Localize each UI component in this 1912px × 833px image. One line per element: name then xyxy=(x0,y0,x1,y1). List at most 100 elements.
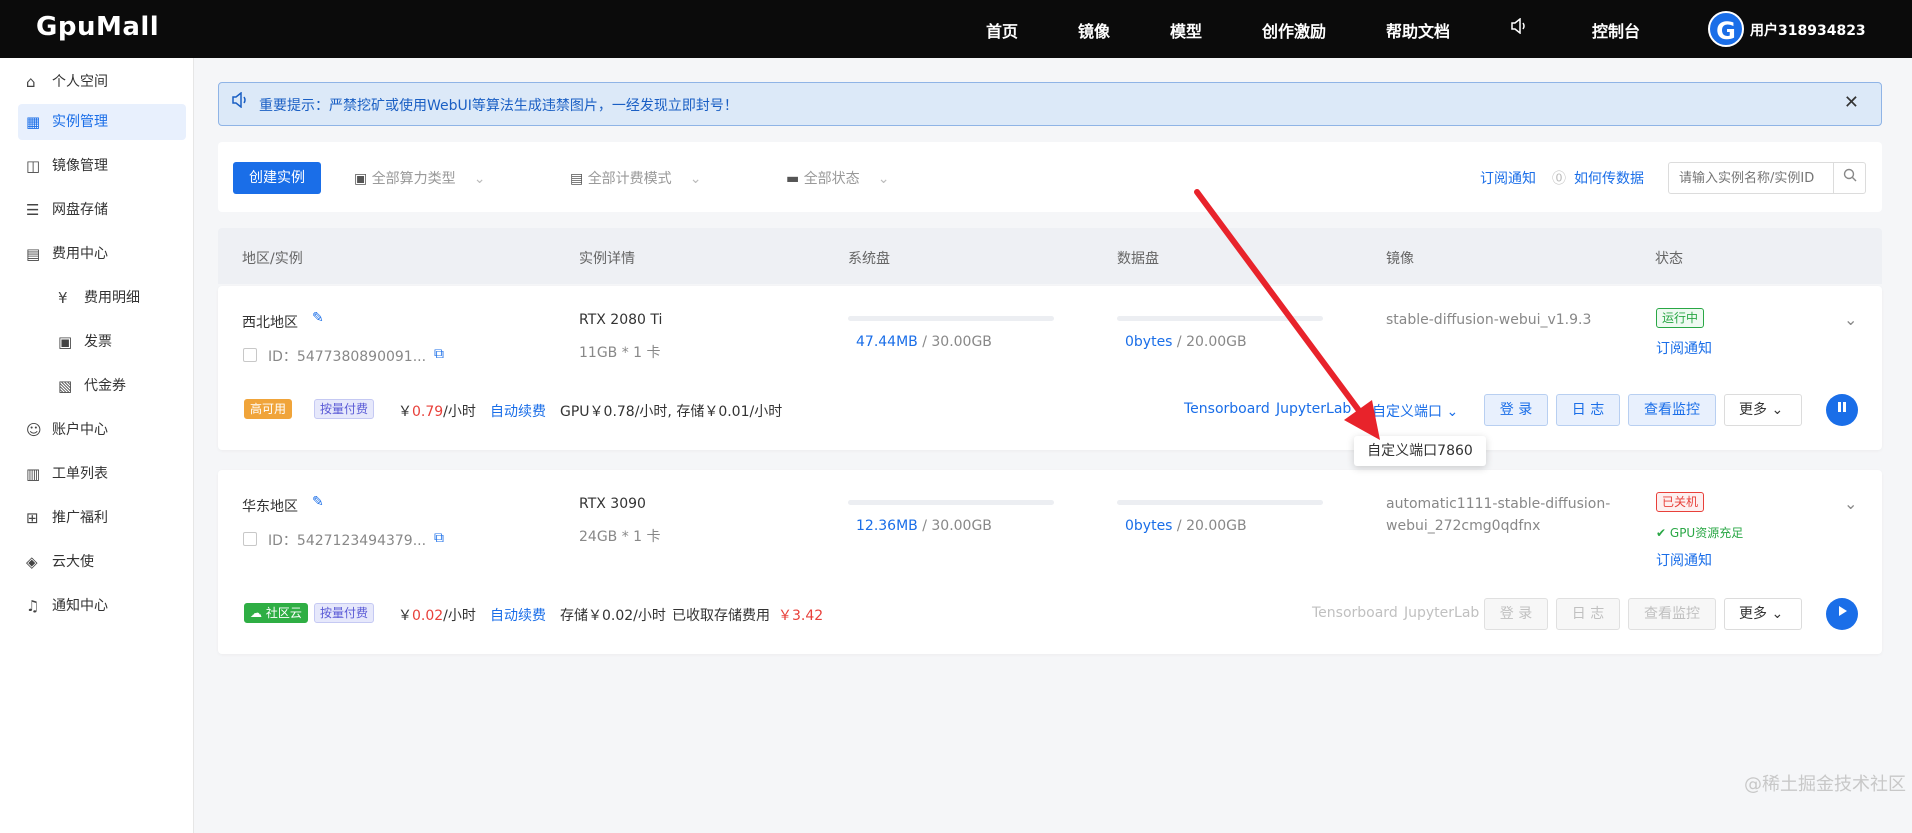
log-button[interactable]: 日 志 xyxy=(1556,394,1620,426)
subscribe-notification-link[interactable]: 订阅通知 xyxy=(1656,338,1712,358)
sidebar-item-label: 账户中心 xyxy=(52,422,108,438)
price: ￥0.02/小时 xyxy=(398,608,476,624)
sidebar-item-label: 网盘存储 xyxy=(52,202,108,218)
sidebar-item-notifications[interactable]: ♫ 通知中心 xyxy=(18,588,186,624)
nav-models[interactable]: 模型 xyxy=(1170,18,1202,42)
status-badge: 已关机 xyxy=(1656,492,1705,512)
sidebar-item-storage[interactable]: ☰ 网盘存储 xyxy=(18,192,186,228)
header-data-disk: 数据盘 xyxy=(1117,251,1159,267)
jupyterlab-link[interactable]: JupyterLab xyxy=(1404,605,1479,621)
custom-port-tooltip[interactable]: 自定义端口7860 xyxy=(1354,436,1486,466)
nav-home[interactable]: 首页 xyxy=(986,18,1018,42)
instance-checkbox[interactable] xyxy=(243,532,257,546)
login-button[interactable]: 登 录 xyxy=(1484,394,1548,426)
avatar[interactable]: G xyxy=(1708,11,1744,47)
nav-creation-rewards[interactable]: 创作激励 xyxy=(1262,18,1326,42)
sidebar-item-instances[interactable]: ▦ 实例管理 xyxy=(18,104,186,140)
logo[interactable]: GpuMall xyxy=(36,12,159,42)
search-icon[interactable] xyxy=(1833,163,1865,193)
storage-icon: ☰ xyxy=(26,201,40,219)
auto-renew-link[interactable]: 自动续费 xyxy=(490,401,546,421)
instance-card: 西北地区 ✎ ID：5477380890091... ⧉ RTX 2080 Ti… xyxy=(218,286,1882,450)
copy-icon[interactable]: ⧉ xyxy=(434,530,444,546)
instance-id: ID：5477380890091... xyxy=(268,349,427,365)
filter-compute-type[interactable]: ▣ 全部算力类型 ⌄ xyxy=(354,168,485,188)
create-instance-button[interactable]: 创建实例 xyxy=(233,162,321,194)
monitor-button[interactable]: 查看监控 xyxy=(1628,394,1716,426)
subscribe-notification-link[interactable]: 订阅通知 xyxy=(1480,168,1536,188)
sidebar-item-label: 费用中心 xyxy=(52,246,108,262)
start-button[interactable] xyxy=(1826,598,1858,630)
instance-image: stable-diffusion-webui_v1.9.3 xyxy=(1386,312,1592,328)
gpu-resource-status: ✔ GPU资源充足 xyxy=(1656,526,1744,540)
log-button[interactable]: 日 志 xyxy=(1556,598,1620,630)
sidebar-item-billing[interactable]: ▤ 费用中心 xyxy=(18,236,186,272)
billing-badge: 按量付费 xyxy=(314,603,375,623)
filter-billing-mode[interactable]: ▤ 全部计费模式 ⌄ xyxy=(570,168,701,188)
home-icon: ⌂ xyxy=(26,73,36,91)
close-icon[interactable]: ✕ xyxy=(1844,92,1859,113)
edit-icon[interactable]: ✎ xyxy=(312,494,324,510)
monitor-button[interactable]: 查看监控 xyxy=(1628,598,1716,630)
search-input[interactable] xyxy=(1669,163,1833,193)
custom-port-dropdown[interactable]: 自定义端口 ⌄ xyxy=(1372,401,1458,421)
instance-id: ID：5427123494379... xyxy=(268,533,427,549)
status-badge: 运行中 xyxy=(1656,308,1705,328)
header-status: 状态 xyxy=(1655,251,1683,267)
auto-renew-link[interactable]: 自动续费 xyxy=(490,605,546,625)
sidebar-item-personal-space[interactable]: ⌂ 个人空间 xyxy=(18,64,186,100)
chevron-down-icon: ⌄ xyxy=(473,171,486,187)
data-disk-usage: 0bytes / 20.00GB xyxy=(1125,518,1247,534)
chevron-down-icon: ⌄ xyxy=(689,171,702,187)
sidebar-item-tickets[interactable]: ▥ 工单列表 xyxy=(18,456,186,492)
tensorboard-link[interactable]: Tensorboard xyxy=(1312,605,1398,621)
sidebar-item-promotion[interactable]: ⊞ 推广福利 xyxy=(18,500,186,536)
chevron-down-icon[interactable]: ⌄ xyxy=(1844,494,1857,513)
price-detail: GPU￥0.78/小时, 存储￥0.01/小时 xyxy=(560,404,783,420)
jupyterlab-link[interactable]: JupyterLab xyxy=(1276,401,1351,417)
how-to-transfer-data-link[interactable]: 如何传数据 xyxy=(1574,168,1644,188)
tensorboard-link[interactable]: Tensorboard xyxy=(1184,401,1270,417)
speaker-icon[interactable] xyxy=(1510,17,1528,38)
cloud-icon: ☁ xyxy=(250,606,262,620)
instance-gpu: RTX 2080 Ti xyxy=(579,312,663,328)
mirror-icon: ◫ xyxy=(26,157,41,175)
sidebar-item-account[interactable]: ☺ 账户中心 xyxy=(18,412,186,448)
pause-button[interactable] xyxy=(1826,394,1858,426)
system-disk-usage: 12.36MB / 30.00GB xyxy=(856,518,992,534)
instance-image-line1: automatic1111-stable-diffusion- xyxy=(1386,496,1611,512)
chevron-down-icon[interactable]: ⌄ xyxy=(1844,310,1857,329)
sidebar-item-images[interactable]: ◫ 镜像管理 xyxy=(18,148,186,184)
more-dropdown[interactable]: 更多 ⌄ xyxy=(1724,598,1802,630)
sidebar-item-label: 实例管理 xyxy=(52,114,108,130)
header-system-disk: 系统盘 xyxy=(848,251,890,267)
edit-icon[interactable]: ✎ xyxy=(312,310,324,326)
chevron-down-icon: ⌄ xyxy=(1446,404,1459,420)
copy-icon[interactable]: ⧉ xyxy=(434,346,444,362)
nav-help-docs[interactable]: 帮助文档 xyxy=(1386,18,1450,42)
data-disk-bar xyxy=(1117,316,1323,321)
sidebar-item-invoice[interactable]: ▣ 发票 xyxy=(50,324,186,360)
sidebar-item-billing-details[interactable]: ¥ 费用明细 xyxy=(50,280,186,316)
gift-icon: ⊞ xyxy=(26,509,39,527)
sidebar-item-label: 代金券 xyxy=(84,378,126,394)
storage-fee-label: 已收取存储费用 xyxy=(672,608,770,624)
instance-spec: 24GB * 1 卡 xyxy=(579,529,661,545)
high-availability-badge: 高可用 xyxy=(244,399,293,419)
sidebar-item-label: 个人空间 xyxy=(52,74,108,90)
data-disk-bar xyxy=(1117,500,1323,505)
filter-status[interactable]: ▬ 全部状态 ⌄ xyxy=(786,168,889,188)
header-region: 地区/实例 xyxy=(242,251,303,267)
instance-card: 华东地区 ✎ ID：5427123494379... ⧉ RTX 3090 24… xyxy=(218,470,1882,654)
sidebar-item-voucher[interactable]: ▧ 代金券 xyxy=(50,368,186,404)
login-button[interactable]: 登 录 xyxy=(1484,598,1548,630)
subscribe-notification-link[interactable]: 订阅通知 xyxy=(1656,550,1712,570)
nav-images[interactable]: 镜像 xyxy=(1078,18,1110,42)
instance-gpu: RTX 3090 xyxy=(579,496,646,512)
nav-console[interactable]: 控制台 xyxy=(1592,18,1640,42)
instance-checkbox[interactable] xyxy=(243,348,257,362)
sidebar: ⌂ 个人空间 ▦ 实例管理 ◫ 镜像管理 ☰ 网盘存储 ▤ 费用中心 ¥ 费用明细 ▣ 发票 … xyxy=(0,58,194,833)
sidebar-item-cloud-ambassador[interactable]: ◈ 云大使 xyxy=(18,544,186,580)
username[interactable]: 用户318934823 xyxy=(1750,20,1866,40)
more-dropdown[interactable]: 更多 ⌄ xyxy=(1724,394,1802,426)
